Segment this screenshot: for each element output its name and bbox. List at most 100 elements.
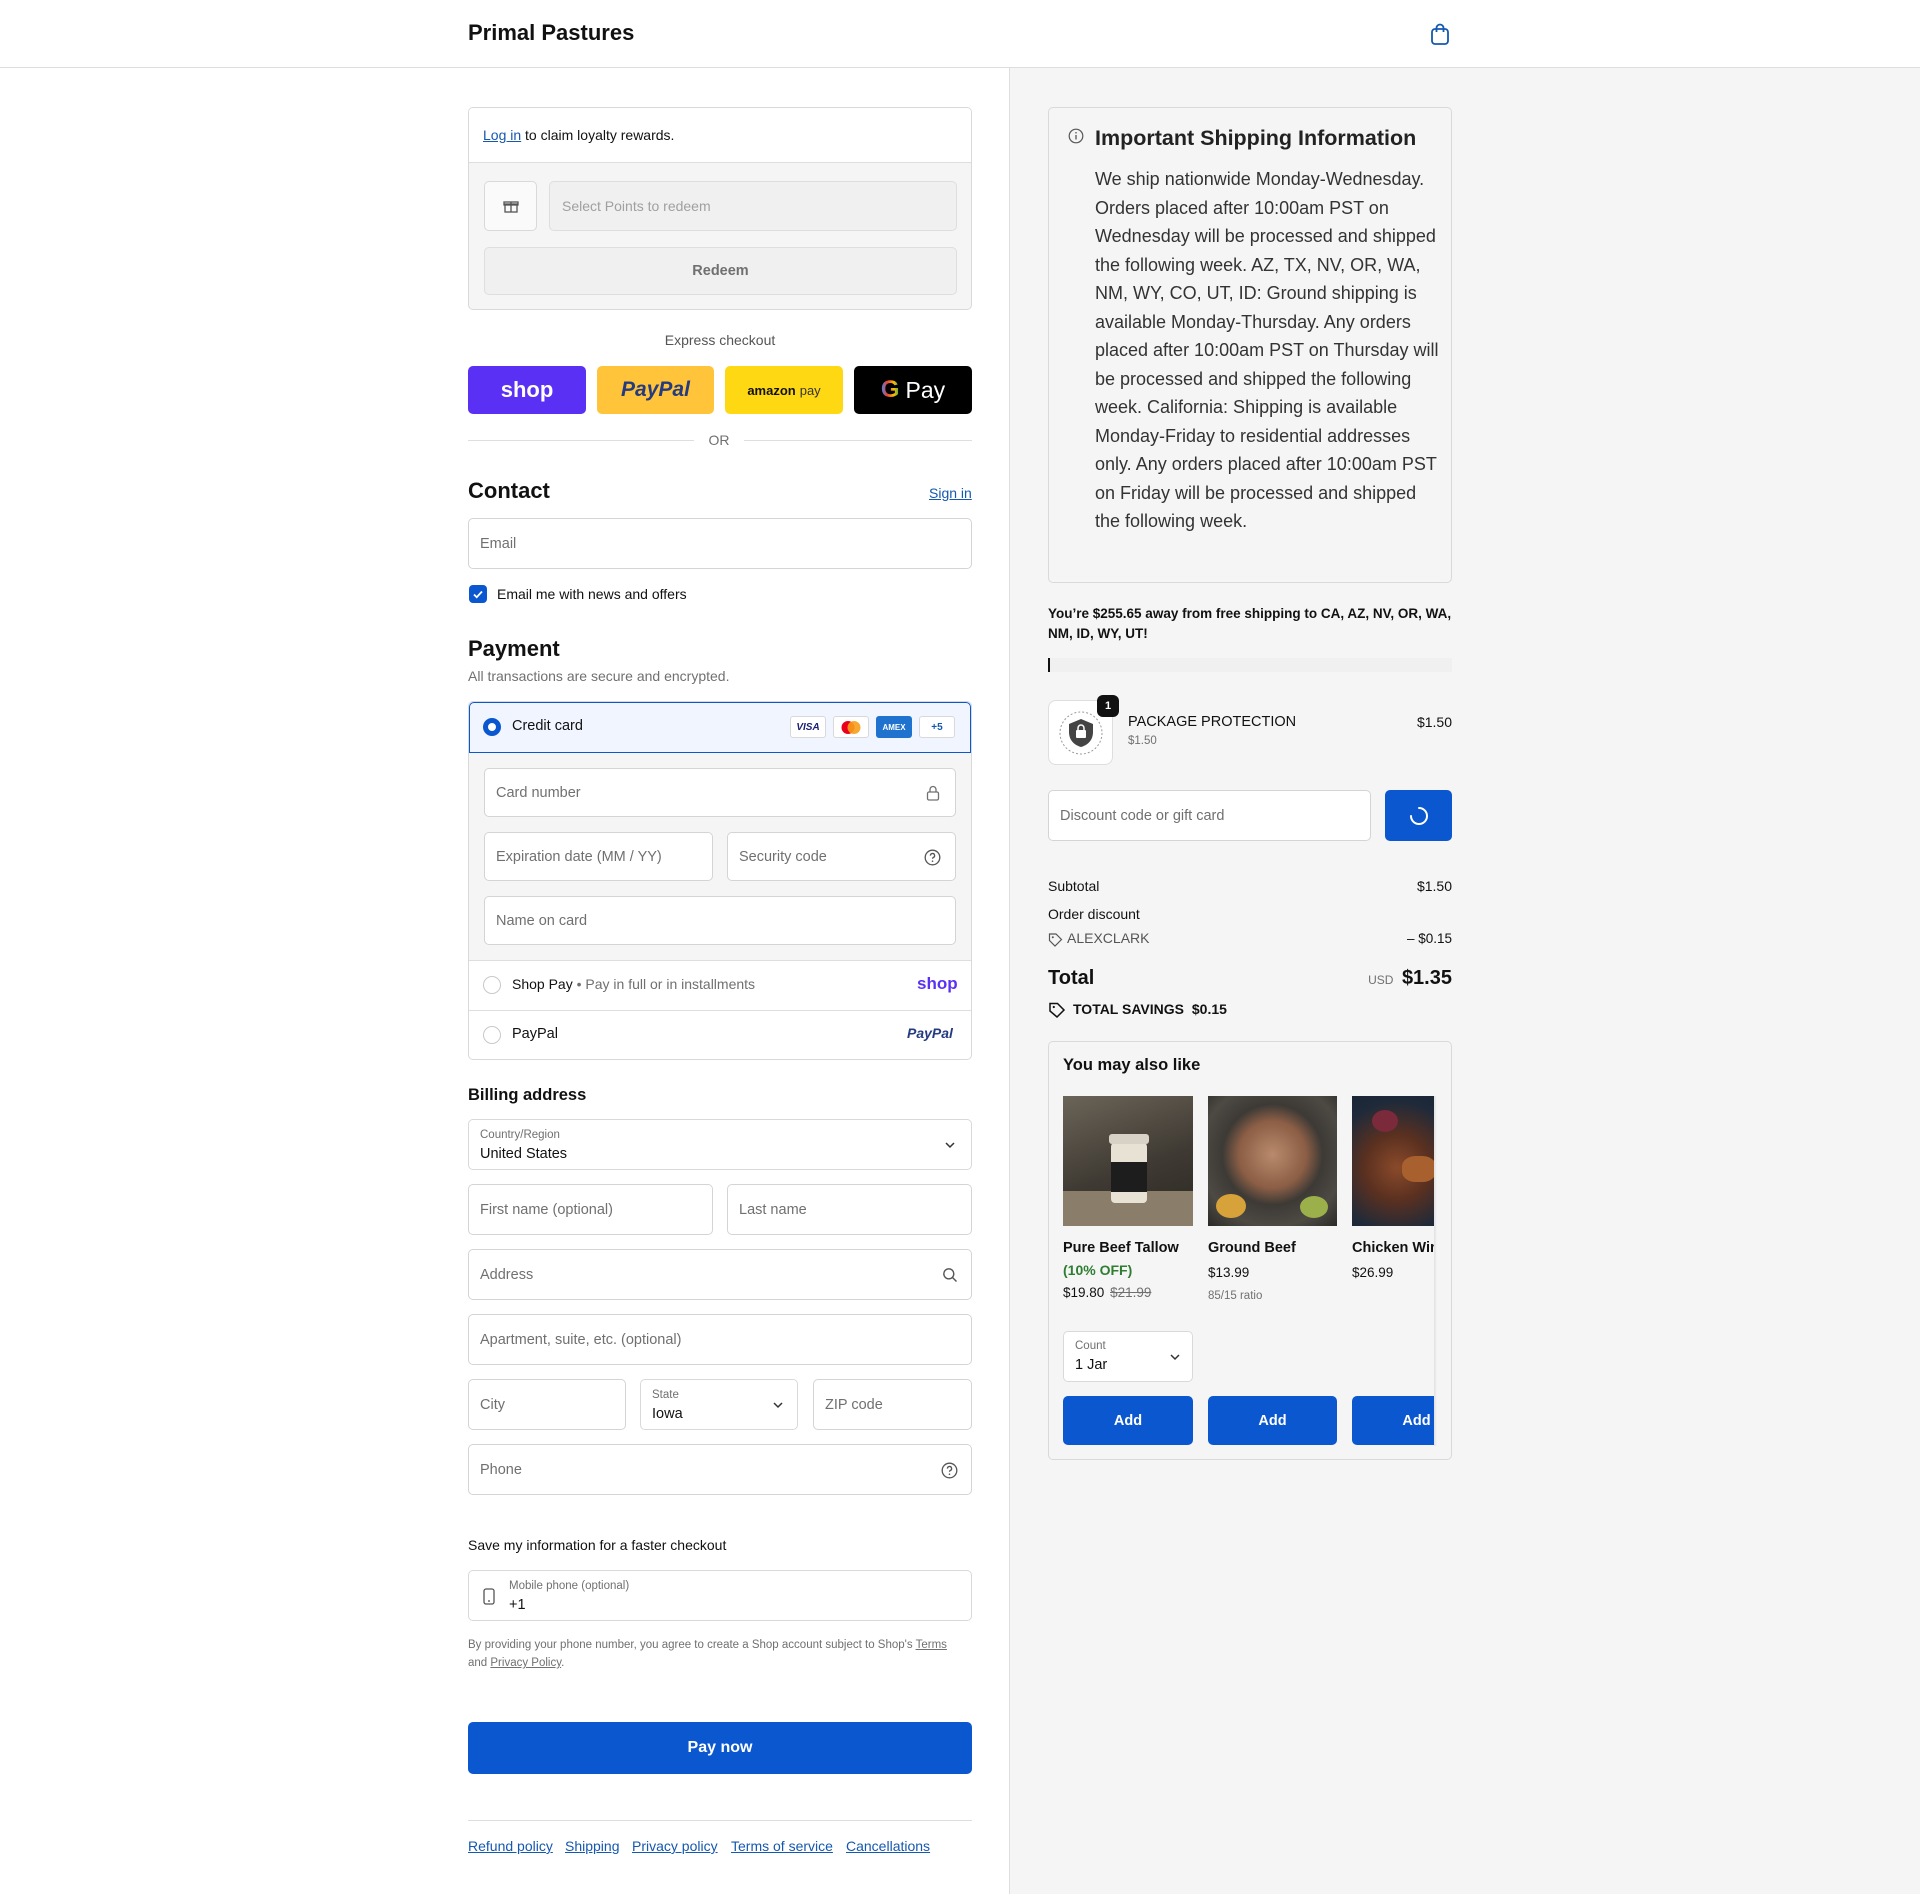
city-field[interactable]: City — [468, 1379, 626, 1430]
apply-discount-button[interactable] — [1385, 790, 1452, 841]
email-field[interactable]: Email — [468, 518, 972, 569]
shop-pay-option[interactable]: Shop Pay • Pay in full or in installment… — [512, 976, 755, 992]
chevron-down-icon — [773, 1402, 783, 1409]
product-image-ground-beef[interactable] — [1208, 1096, 1337, 1226]
security-code-field[interactable]: Security code — [727, 832, 956, 881]
disclaimer-period: . — [561, 1657, 565, 1669]
phone-field[interactable]: Phone — [468, 1444, 972, 1495]
mobile-phone-icon — [483, 1588, 495, 1605]
card-number-placeholder: Card number — [496, 784, 581, 801]
line-item-name: PACKAGE PROTECTION — [1128, 714, 1297, 730]
login-link[interactable]: Log in — [483, 127, 521, 143]
disclaimer-and: and — [468, 1657, 488, 1669]
upsell-carousel[interactable]: Pure Beef Tallow (10% OFF) $19.80 $21.99… — [1063, 1096, 1436, 1446]
first-name-field[interactable]: First name (optional) — [468, 1184, 713, 1235]
last-name-field[interactable]: Last name — [727, 1184, 972, 1235]
privacy-policy-footer-link[interactable]: Privacy policy — [632, 1838, 718, 1854]
terms-of-service-link[interactable]: Terms of service — [731, 1838, 833, 1854]
google-pay-express-button[interactable]: G Pay — [854, 366, 972, 414]
gift-icon-button[interactable] — [484, 181, 537, 231]
discount-code-field[interactable]: Discount code or gift card — [1048, 790, 1371, 841]
help-icon[interactable] — [924, 849, 941, 866]
product-price: $26.99 — [1352, 1265, 1394, 1280]
refund-policy-link[interactable]: Refund policy — [468, 1838, 553, 1854]
discount-badge: (10% OFF) — [1063, 1262, 1133, 1278]
subtotal-value: $1.50 — [1416, 878, 1452, 894]
shop-pay-express-button[interactable]: shop — [468, 366, 586, 414]
add-button[interactable]: Add — [1063, 1396, 1193, 1445]
card-number-field[interactable]: Card number — [484, 768, 956, 817]
address-field[interactable]: Address — [468, 1249, 972, 1300]
quantity-badge: 1 — [1097, 695, 1119, 717]
product-name[interactable]: Chicken Wings — [1352, 1240, 1436, 1256]
shipping-link[interactable]: Shipping — [565, 1838, 620, 1854]
apartment-field[interactable]: Apartment, suite, etc. (optional) — [468, 1314, 972, 1365]
express-checkout-title: Express checkout — [664, 332, 776, 348]
amazon-pay-express-button[interactable]: amazon pay — [725, 366, 843, 414]
add-button[interactable]: Add — [1352, 1396, 1436, 1445]
shop-pay-sublabel: Pay in full or in installments — [585, 976, 756, 992]
discount-value: – $0.15 — [1406, 931, 1452, 946]
total-label: Total — [1048, 967, 1095, 989]
country-select[interactable]: Country/Region United States — [468, 1119, 972, 1170]
chevron-down-icon — [945, 1142, 955, 1149]
paypal-logo-small: PayPal — [907, 1025, 953, 1041]
name-on-card-field[interactable]: Name on card — [484, 896, 956, 945]
amex-icon: AMEX — [876, 716, 912, 738]
expiration-date-field[interactable]: Expiration date (MM / YY) — [484, 832, 713, 881]
zip-code-field[interactable]: ZIP code — [813, 1379, 972, 1430]
mobile-phone-field[interactable]: Mobile phone (optional) +1 — [468, 1570, 972, 1621]
savings-tag-icon — [1049, 1002, 1066, 1019]
billing-heading: Billing address — [468, 1086, 587, 1104]
count-select[interactable]: Count 1 Jar — [1063, 1331, 1193, 1382]
product-image-beef-tallow[interactable] — [1063, 1096, 1193, 1226]
total-savings-label: TOTAL SAVINGS — [1073, 1001, 1184, 1017]
pay-now-button[interactable]: Pay now — [468, 1722, 972, 1774]
store-logo[interactable]: Primal Pastures — [468, 20, 634, 46]
terms-link[interactable]: Terms — [916, 1639, 947, 1651]
tag-icon — [1048, 933, 1063, 947]
help-icon[interactable] — [941, 1462, 958, 1479]
product-image-chicken-wings[interactable] — [1352, 1096, 1436, 1226]
paypal-express-button[interactable]: PayPal — [597, 366, 714, 414]
mobile-phone-label: Mobile phone (optional) — [509, 1580, 630, 1592]
amazon-pay-suffix: pay — [799, 382, 821, 398]
free-shipping-message: You’re $255.65 away from free shipping t… — [1048, 606, 1452, 641]
free-shipping-progress-track — [1048, 658, 1452, 672]
loading-spinner-icon — [1409, 806, 1428, 825]
privacy-policy-link[interactable]: Privacy Policy — [490, 1657, 561, 1669]
security-code-placeholder: Security code — [739, 848, 827, 865]
product-name[interactable]: Ground Beef — [1208, 1240, 1296, 1256]
state-label: State — [652, 1389, 679, 1401]
add-button[interactable]: Add — [1208, 1396, 1337, 1445]
cancellations-link[interactable]: Cancellations — [846, 1838, 930, 1854]
shop-pay-logo: shop — [500, 377, 554, 402]
credit-card-radio[interactable] — [483, 718, 501, 736]
carousel-edge-shadow — [1434, 1096, 1437, 1446]
disclaimer-text: By providing your phone number, you agre… — [468, 1639, 913, 1651]
footer-divider — [468, 1820, 972, 1821]
state-value: Iowa — [652, 1406, 683, 1422]
or-divider-left — [468, 440, 694, 441]
product-price: $13.99 — [1208, 1265, 1250, 1280]
state-select[interactable]: State Iowa — [640, 1379, 798, 1430]
newsletter-checkbox[interactable] — [469, 585, 487, 603]
phone-placeholder: Phone — [480, 1461, 522, 1478]
product-name[interactable]: Pure Beef Tallow — [1063, 1240, 1179, 1256]
chevron-down-icon — [1170, 1354, 1180, 1361]
product-price: $19.80 $21.99 — [1063, 1285, 1151, 1300]
shop-pay-label: Shop Pay — [512, 976, 573, 992]
address-placeholder: Address — [480, 1266, 534, 1283]
shop-pay-radio[interactable] — [483, 976, 501, 994]
sign-in-link[interactable]: Sign in — [929, 485, 972, 501]
total-savings: TOTAL SAVINGS $0.15 — [1073, 1001, 1227, 1017]
upsell-title: You may also like — [1063, 1056, 1201, 1074]
contact-heading: Contact — [468, 478, 550, 503]
gpay-label: Pay — [905, 376, 946, 403]
shopping-bag-icon[interactable] — [1429, 22, 1451, 46]
paypal-logo: PayPal — [621, 378, 690, 401]
paypal-option-label[interactable]: PayPal — [512, 1026, 558, 1042]
paypal-radio[interactable] — [483, 1026, 501, 1044]
points-select[interactable]: Select Points to redeem — [549, 181, 957, 231]
redeem-button[interactable]: Redeem — [484, 247, 957, 295]
